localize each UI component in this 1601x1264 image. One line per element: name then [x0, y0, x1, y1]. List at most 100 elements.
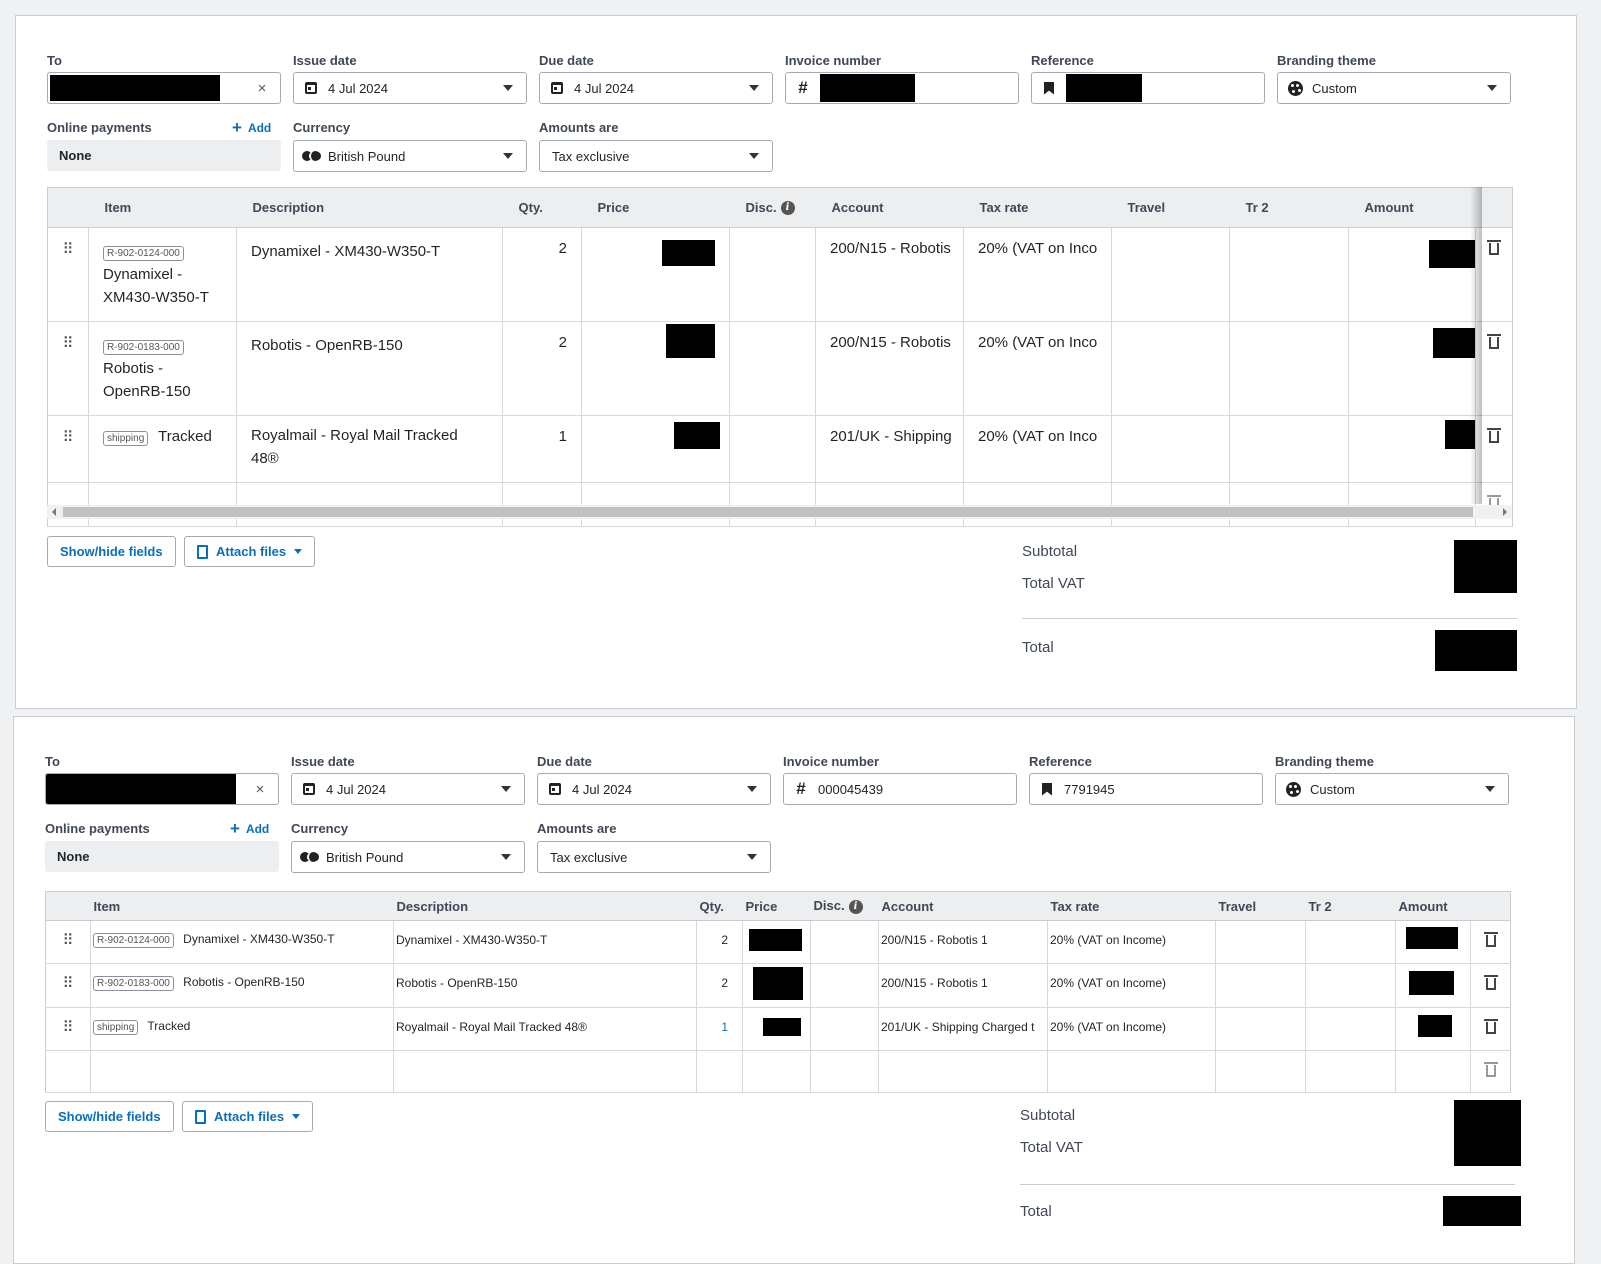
account-cell[interactable]: 201/UK - Shipping	[815, 415, 964, 483]
add-online-payment-link[interactable]: + Add	[232, 119, 271, 136]
description-cell[interactable]: Dynamixel - XM430-W350-T	[393, 920, 697, 964]
table-row[interactable]: ⠿ shipping Tracked Royalmail - Royal Mai…	[47, 415, 1513, 483]
currency-select[interactable]: British Pound	[293, 140, 527, 172]
tax-rate-cell[interactable]: 20% (VAT on Income)	[1047, 920, 1216, 964]
disc-cell[interactable]	[810, 920, 879, 964]
drag-handle-icon[interactable]: ⠿	[45, 920, 91, 964]
qty-cell[interactable]: 2	[502, 227, 582, 322]
amounts-are-select[interactable]: Tax exclusive	[539, 140, 773, 172]
disc-cell[interactable]	[729, 321, 816, 416]
drag-handle-icon[interactable]: ⠿	[47, 227, 89, 322]
item-cell[interactable]: R-902-0183-000 Robotis - OpenRB-150	[88, 321, 237, 416]
attach-files-button[interactable]: Attach files	[182, 1101, 314, 1132]
drag-handle-icon[interactable]: ⠿	[45, 963, 91, 1008]
tr2-cell[interactable]	[1305, 1007, 1396, 1051]
price-cell[interactable]	[742, 1007, 811, 1051]
issue-date-field[interactable]: 4 Jul 2024	[291, 773, 525, 805]
horizontal-scrollbar[interactable]	[47, 505, 1512, 519]
table-row[interactable]: ⠿ shipping Tracked Royalmail - Royal Mai…	[45, 1007, 1511, 1051]
add-online-payment-link[interactable]: + Add	[230, 820, 269, 837]
travel-cell[interactable]	[1215, 1007, 1306, 1051]
scrollbar-thumb[interactable]	[63, 507, 1473, 517]
tr2-cell[interactable]	[1305, 920, 1396, 964]
travel-cell[interactable]	[1111, 227, 1230, 322]
description-cell[interactable]: Dynamixel - XM430-W350-T	[236, 227, 503, 322]
item-cell[interactable]: R-902-0183-000 Robotis - OpenRB-150	[90, 963, 394, 1008]
account-cell[interactable]: 200/N15 - Robotis	[815, 321, 964, 416]
due-date-field[interactable]: 4 Jul 2024	[539, 72, 773, 104]
tax-rate-cell[interactable]: 20% (VAT on Inco	[963, 321, 1112, 416]
amounts-are-select[interactable]: Tax exclusive	[537, 841, 771, 873]
price-cell[interactable]	[742, 963, 811, 1008]
info-icon[interactable]: i	[848, 899, 863, 914]
issue-date-field[interactable]: 4 Jul 2024	[293, 72, 527, 104]
attach-files-button[interactable]: Attach files	[184, 536, 316, 567]
tax-rate-cell[interactable]: 20% (VAT on Inco	[963, 415, 1112, 483]
table-row[interactable]: ⠿ R-902-0124-000 Dynamixel - XM430-W350-…	[45, 920, 1511, 964]
qty-cell[interactable]: 1	[696, 1007, 743, 1051]
table-row-empty[interactable]	[45, 1050, 1511, 1093]
delete-row-button[interactable]	[1470, 920, 1511, 964]
item-cell[interactable]: R-902-0124-000 Dynamixel - XM430-W350-T	[88, 227, 237, 322]
account-cell[interactable]: 200/N15 - Robotis	[815, 227, 964, 322]
price-cell[interactable]	[581, 321, 730, 416]
price-cell[interactable]	[742, 920, 811, 964]
scroll-left-arrow-icon[interactable]	[52, 508, 56, 516]
currency-select[interactable]: British Pound	[291, 841, 525, 873]
tax-rate-cell[interactable]: 20% (VAT on Income)	[1047, 963, 1216, 1008]
table-row[interactable]: ⠿ R-902-0124-000 Dynamixel - XM430-W350-T…	[47, 227, 1513, 322]
info-icon[interactable]: i	[780, 201, 795, 216]
branding-theme-select[interactable]: Custom	[1275, 773, 1509, 805]
tr2-cell[interactable]	[1229, 415, 1349, 483]
to-field[interactable]: ×	[45, 773, 279, 805]
online-payments-value[interactable]: None	[45, 841, 279, 872]
account-cell[interactable]: 201/UK - Shipping Charged t	[878, 1007, 1048, 1051]
tr2-cell[interactable]	[1229, 321, 1349, 416]
scroll-right-arrow-icon[interactable]	[1503, 508, 1507, 516]
item-cell[interactable]: R-902-0124-000 Dynamixel - XM430-W350-T	[90, 920, 394, 964]
close-icon[interactable]: ×	[244, 80, 280, 97]
invoice-number-field[interactable]: # 000045439	[783, 773, 1017, 805]
description-cell[interactable]: Robotis - OpenRB-150	[236, 321, 503, 416]
tr2-cell[interactable]	[1305, 963, 1396, 1008]
travel-cell[interactable]	[1215, 920, 1306, 964]
online-payments-value[interactable]: None	[47, 140, 281, 171]
drag-handle-icon[interactable]: ⠿	[47, 321, 89, 416]
description-cell[interactable]: Royalmail - Royal Mail Tracked 48®	[236, 415, 503, 483]
travel-cell[interactable]	[1111, 415, 1230, 483]
reference-field[interactable]	[1031, 72, 1265, 104]
travel-cell[interactable]	[1111, 321, 1230, 416]
delete-row-button[interactable]	[1470, 1007, 1511, 1051]
qty-cell[interactable]: 2	[696, 920, 743, 964]
delete-row-button[interactable]	[1470, 1050, 1511, 1093]
show-hide-fields-button[interactable]: Show/hide fields	[47, 536, 176, 567]
tax-rate-cell[interactable]: 20% (VAT on Inco	[963, 227, 1112, 322]
branding-theme-select[interactable]: Custom	[1277, 72, 1511, 104]
invoice-number-field[interactable]: #	[785, 72, 1019, 104]
tax-rate-cell[interactable]: 20% (VAT on Income)	[1047, 1007, 1216, 1051]
disc-cell[interactable]	[729, 415, 816, 483]
item-cell[interactable]: shipping Tracked	[90, 1007, 394, 1051]
qty-cell[interactable]: 2	[502, 321, 582, 416]
disc-cell[interactable]	[729, 227, 816, 322]
account-cell[interactable]: 200/N15 - Robotis 1	[878, 963, 1048, 1008]
disc-cell[interactable]	[810, 1007, 879, 1051]
drag-handle-icon[interactable]: ⠿	[45, 1007, 91, 1051]
disc-cell[interactable]	[810, 963, 879, 1008]
travel-cell[interactable]	[1215, 963, 1306, 1008]
description-cell[interactable]: Robotis - OpenRB-150	[393, 963, 697, 1008]
tr2-cell[interactable]	[1229, 227, 1349, 322]
price-cell[interactable]	[581, 415, 730, 483]
due-date-field[interactable]: 4 Jul 2024	[537, 773, 771, 805]
item-cell[interactable]: shipping Tracked	[88, 415, 237, 483]
qty-cell[interactable]: 1	[502, 415, 582, 483]
delete-row-button[interactable]	[1470, 963, 1511, 1008]
price-cell[interactable]	[581, 227, 730, 322]
table-row[interactable]: ⠿ R-902-0183-000 Robotis - OpenRB-150 Ro…	[45, 963, 1511, 1008]
to-field[interactable]: ×	[47, 72, 281, 104]
qty-cell[interactable]: 2	[696, 963, 743, 1008]
description-cell[interactable]: Royalmail - Royal Mail Tracked 48®	[393, 1007, 697, 1051]
account-cell[interactable]: 200/N15 - Robotis 1	[878, 920, 1048, 964]
table-row[interactable]: ⠿ R-902-0183-000 Robotis - OpenRB-150 Rob…	[47, 321, 1513, 416]
reference-field[interactable]: 7791945	[1029, 773, 1263, 805]
